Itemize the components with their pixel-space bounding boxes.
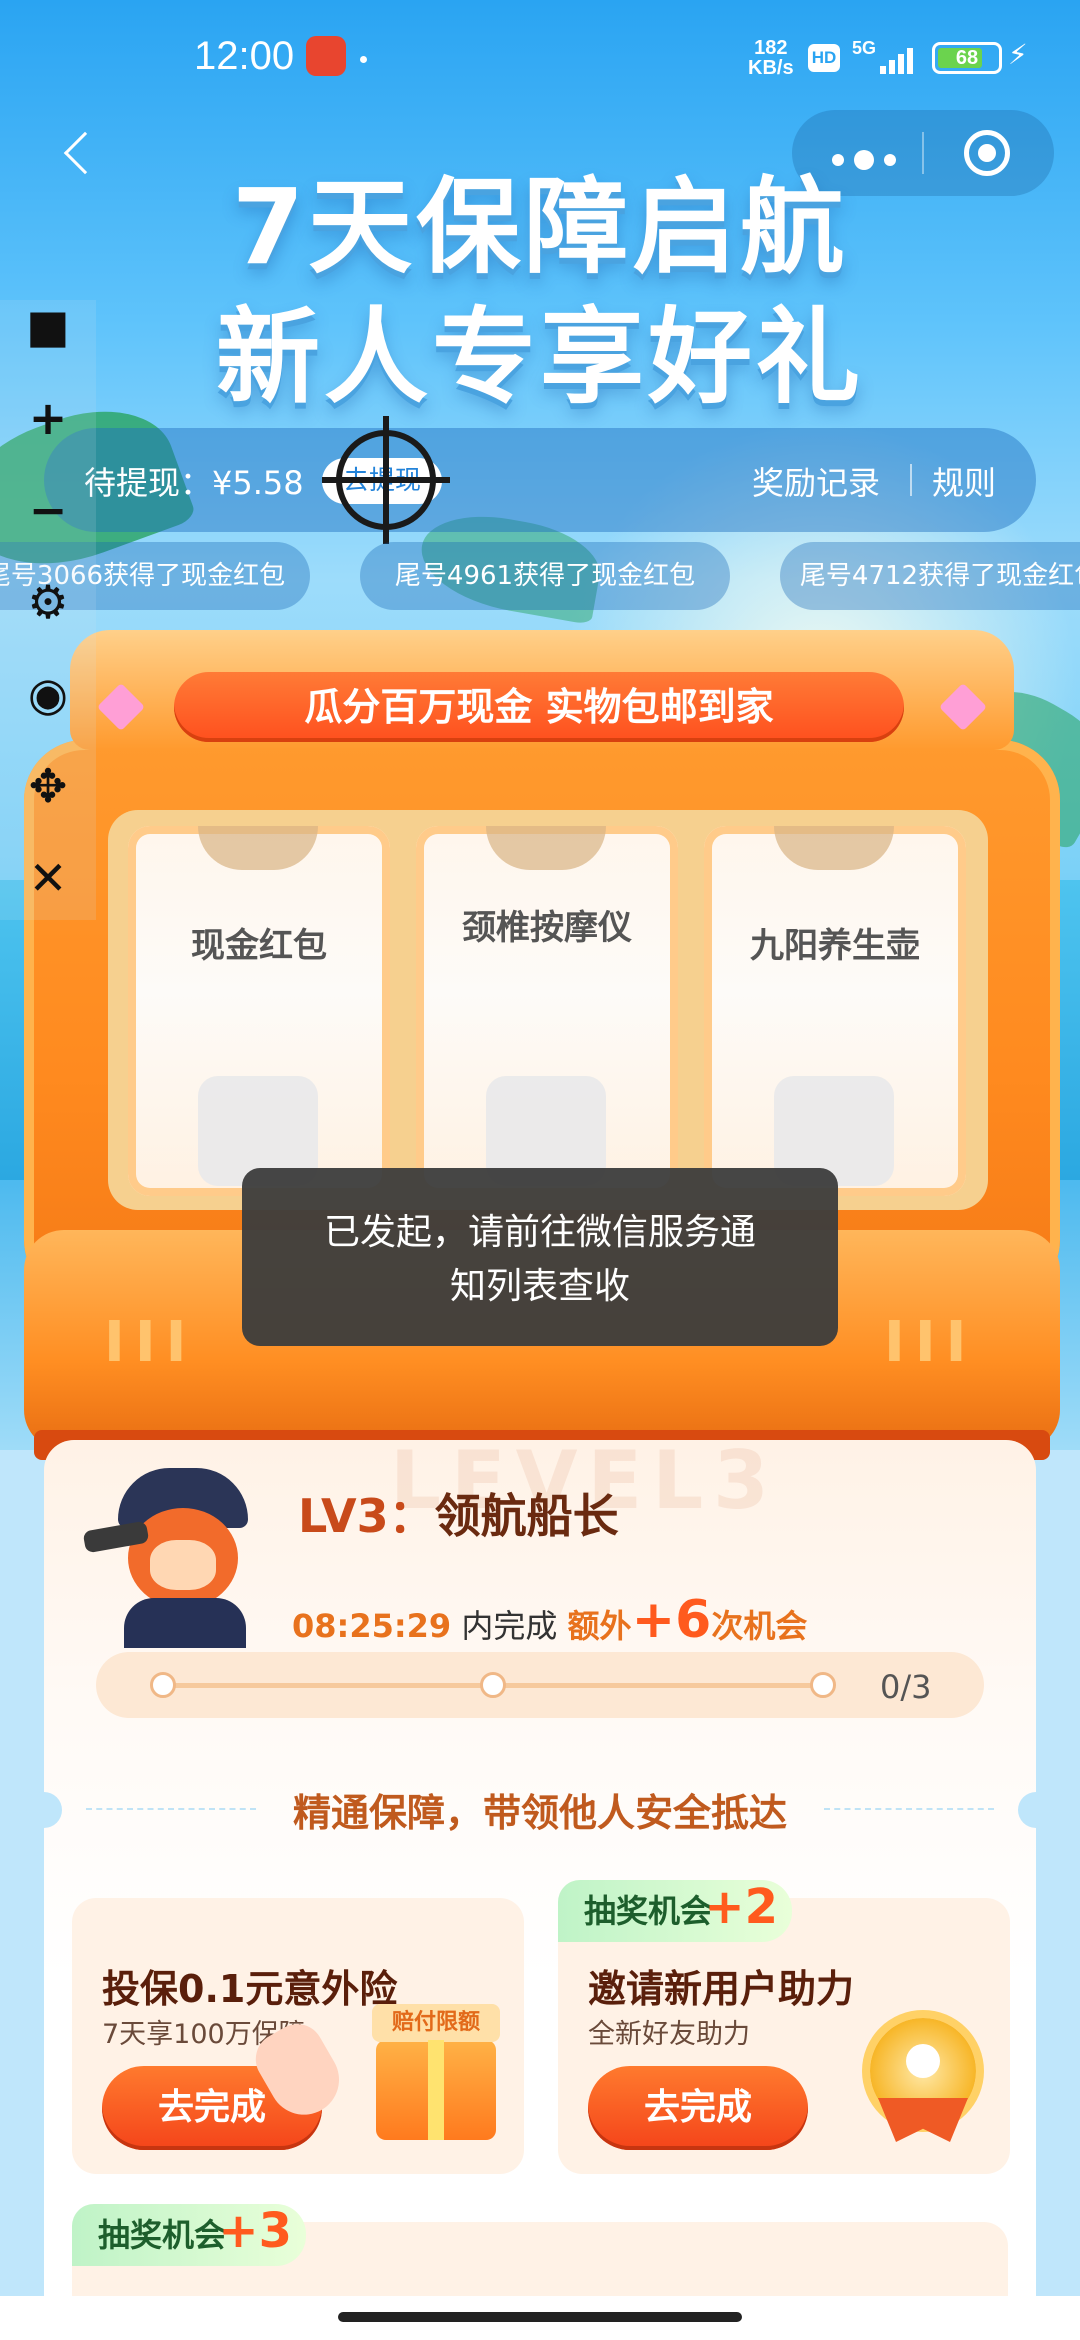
chances-text: 次机会 <box>711 1607 808 1645</box>
lottery-chance-badge: 抽奖机会 +3 <box>72 2203 307 2266</box>
withdraw-bar: 待提现：¥5.58 去提现 奖励记录 规则 <box>44 428 1036 532</box>
payout-limit-tag: 赔付限额 <box>372 2004 500 2042</box>
close-icon[interactable]: ✕ <box>22 852 74 904</box>
reel-label: 颈椎按摩仪 <box>462 908 632 948</box>
battery-icon: 68 <box>932 42 1002 74</box>
network-type: 5G <box>852 38 877 58</box>
hide-icon[interactable]: ◉ <box>22 668 74 720</box>
chance-plus: +3 <box>218 2203 293 2259</box>
captain-mascot-icon <box>80 1448 270 1648</box>
progress-node <box>480 1672 506 1698</box>
reel-window: 现金红包 颈椎按摩仪 九阳养生壶 <box>108 810 988 1210</box>
reel: 现金红包 <box>128 826 390 1196</box>
charging-icon: ⚡ <box>1008 38 1028 71</box>
chance-label: 抽奖机会 <box>98 2216 227 2254</box>
chance-plus: +2 <box>704 1879 779 1935</box>
move-icon[interactable]: ✥ <box>22 760 74 812</box>
complete-task-button[interactable]: 去完成 <box>588 2066 808 2150</box>
headline-line1: 7天保障启航 <box>231 166 849 288</box>
vent-decoration: III <box>104 1310 197 1375</box>
signal-icon <box>880 44 920 74</box>
chance-label: 抽奖机会 <box>584 1892 713 1930</box>
extra-chances-count: +6 <box>631 1590 712 1650</box>
reward-records-link[interactable]: 奖励记录 <box>752 458 880 504</box>
progress-count: 0/3 <box>880 1668 932 1706</box>
pending-withdraw-amount: 待提现：¥5.58 <box>84 464 304 502</box>
level-progress: 0/3 <box>96 1652 984 1718</box>
kettle-icon <box>774 826 894 870</box>
massager-icon <box>486 826 606 870</box>
crosshair-icon[interactable] <box>322 416 450 544</box>
machine-banner: 瓜分百万现金 实物包邮到家 <box>174 672 904 742</box>
stop-icon[interactable]: ■ <box>22 300 74 352</box>
ticker-item: 尾号4712获得了现金红包 <box>780 542 1080 610</box>
home-indicator[interactable] <box>338 2312 742 2322</box>
reel: 颈椎按摩仪 <box>416 826 678 1196</box>
progress-node <box>150 1672 176 1698</box>
hd-icon: HD <box>808 44 840 72</box>
battery-level: 68 <box>955 47 979 69</box>
red-packet-icon <box>198 826 318 870</box>
lottery-chance-badge: 抽奖机会 +2 <box>558 1879 793 1942</box>
toast-line: 知列表查收 <box>449 1266 630 1307</box>
headline-line2: 新人专享好礼 <box>215 296 864 418</box>
level-name: 领航船长 <box>434 1489 619 1543</box>
level-countdown-line: 08:25:29 内完成 额外+6次机会 <box>292 1590 807 1650</box>
complete-within-text: 内完成 <box>461 1607 558 1645</box>
countdown-timer: 08:25:29 <box>292 1607 452 1645</box>
network-speed-unit: KB/s <box>748 57 794 79</box>
settings-icon[interactable]: ⚙ <box>22 576 74 628</box>
task-title: 邀请新用户助力 <box>588 1967 855 2011</box>
floating-toolbar: ■ + − ⚙ ◉ ✥ ✕ <box>0 300 96 920</box>
level-prefix: LV3： <box>298 1489 435 1543</box>
vent-decoration: III <box>884 1310 977 1375</box>
status-time: 12:00 <box>194 34 295 78</box>
gift-box-icon: 赔付限额 <box>372 2004 500 2140</box>
level-title: LV3：领航船长 <box>298 1480 619 1546</box>
status-bar: 12:00 182 KB/s HD 5G 68 ⚡ <box>0 0 1080 118</box>
notification-dot-icon <box>360 56 367 63</box>
ticker-item: 尾号4961获得了现金红包 <box>360 542 730 610</box>
zoom-in-icon[interactable]: + <box>22 392 74 444</box>
app-notification-icon <box>306 36 346 76</box>
task-title: 投保0.1元意外险 <box>102 1967 398 2011</box>
zoom-out-icon[interactable]: − <box>22 484 74 536</box>
extra-text: 额外 <box>567 1607 632 1645</box>
progress-node <box>810 1672 836 1698</box>
reel-label: 现金红包 <box>191 926 327 966</box>
reel: 九阳养生壶 <box>704 826 966 1196</box>
network-speed: 182 KB/s <box>748 38 794 78</box>
toast-line: 已发起，请前往微信服务通 <box>323 1212 756 1253</box>
reel-label: 九阳养生壶 <box>750 926 920 966</box>
rules-link[interactable]: 规则 <box>932 458 996 504</box>
section-title: 精通保障，带领他人安全抵达 <box>0 1782 1080 1837</box>
task-subtitle: 全新好友助力 <box>588 2019 750 2050</box>
toast-message: 已发起，请前往微信服务通 知列表查收 <box>242 1168 838 1346</box>
network-speed-value: 182 <box>754 37 788 59</box>
